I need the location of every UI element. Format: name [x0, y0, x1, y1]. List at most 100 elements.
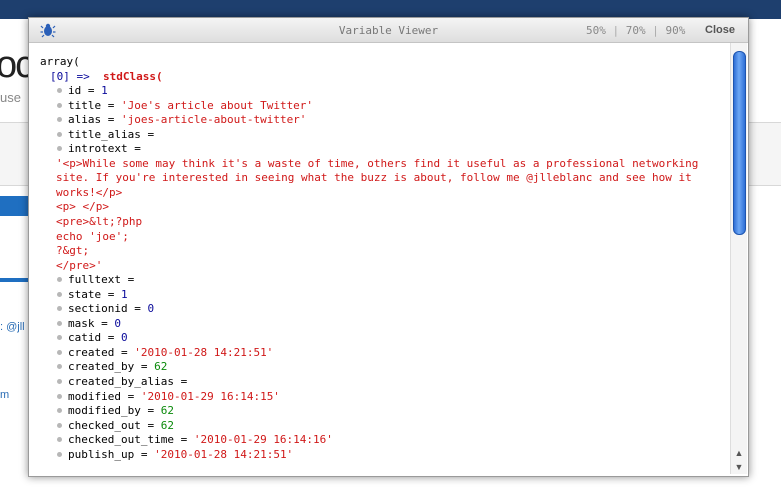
dump-root: array( — [40, 55, 80, 68]
dump-field-row: id = 1 — [40, 84, 730, 99]
dump-field-row: created = '2010-01-28 14:21:51' — [40, 346, 730, 361]
introtext-line: </pre>' — [56, 258, 103, 272]
field-key: checked_out — [68, 418, 141, 432]
introtext-line: works!</p> — [56, 185, 123, 199]
dump-field-row: fulltext = — [40, 273, 730, 288]
field-value: 'joes-article-about-twitter' — [121, 113, 307, 127]
field-value: 1 — [101, 84, 108, 98]
field-value: 62 — [160, 404, 174, 418]
dump-field-row: modified_by = 62 — [40, 404, 730, 419]
bullet-icon — [57, 102, 62, 108]
dump-index-key: [0] => — [50, 69, 90, 83]
zoom-90-button[interactable]: 90% — [666, 24, 686, 37]
dump-field-row: sectionid = 0 — [40, 302, 730, 317]
page-link[interactable]: m — [0, 389, 9, 401]
dump-field-row: mask = 0 — [40, 317, 730, 332]
dump-index-line: [0] => stdClass( — [40, 70, 730, 85]
bullet-icon — [57, 306, 62, 312]
scroll-up-arrow-icon[interactable]: ▲ — [733, 447, 745, 459]
site-tagline-fragment: use — [0, 90, 21, 105]
dump-field-row: modified = '2010-01-29 16:14:15' — [40, 390, 730, 405]
field-value: 0 — [121, 331, 128, 345]
field-value: '2010-01-28 14:21:51' — [134, 345, 274, 359]
dump-field-row: introtext = — [40, 142, 730, 157]
bullet-icon — [57, 364, 62, 370]
field-key: created — [68, 345, 115, 359]
dump-field-row: checked_out_time = '2010-01-29 16:14:16' — [40, 433, 730, 448]
modal-header: Variable Viewer 50% | 70% | 90% Close — [29, 18, 748, 43]
dump-field-row: created_by_alias = — [40, 375, 730, 390]
dump-lines: array( [0] => stdClass( id = 1 title = 'J… — [40, 55, 730, 462]
variable-dump: array( [0] => stdClass( id = 1 title = 'J… — [29, 43, 732, 476]
dump-field-row: alias = 'joes-article-about-twitter' — [40, 113, 730, 128]
field-value: '2010-01-28 14:21:51' — [154, 447, 294, 461]
field-key: fulltext — [68, 273, 121, 287]
field-key: id — [68, 84, 82, 98]
zoom-70-button[interactable]: 70% — [626, 24, 646, 37]
bullet-icon — [57, 320, 62, 326]
dump-field-row: state = 1 — [40, 288, 730, 303]
introtext-line: <p> </p> — [56, 200, 109, 214]
field-value: 'Joe's article about Twitter' — [121, 98, 314, 112]
bullet-icon — [57, 146, 62, 152]
dump-field-row: created_by = 62 — [40, 360, 730, 375]
dump-field-row: catid = 0 — [40, 331, 730, 346]
twitter-link[interactable]: : @jll — [0, 321, 25, 333]
bullet-icon — [57, 393, 62, 399]
introtext-line: <pre>&lt;?php — [56, 215, 143, 229]
field-value: 62 — [160, 418, 174, 432]
zoom-50-button[interactable]: 50% — [586, 24, 606, 37]
zoom-separator: | — [612, 24, 620, 37]
field-value: 0 — [114, 316, 121, 330]
bullet-icon — [57, 277, 62, 283]
bullet-icon — [57, 437, 62, 443]
bullet-icon — [57, 117, 62, 123]
field-key: title_alias — [68, 127, 141, 141]
field-key: catid — [68, 331, 102, 345]
field-value: '2010-01-29 16:14:16' — [193, 433, 333, 447]
field-value: 1 — [121, 287, 128, 301]
field-value: 62 — [154, 360, 168, 374]
introtext-line: ?&gt; — [56, 244, 90, 258]
field-key: created_by_alias — [68, 375, 174, 389]
field-key: modified — [68, 389, 121, 403]
introtext-line: site. If you're interested in seeing wha… — [56, 171, 692, 185]
field-key: checked_out_time — [68, 433, 174, 447]
field-key: publish_up — [68, 447, 135, 461]
sidebar-divider — [0, 278, 30, 282]
sidebar-heading-bar — [0, 196, 30, 216]
bullet-icon — [57, 451, 62, 457]
bullet-icon — [57, 422, 62, 428]
bullet-icon — [57, 349, 62, 355]
field-key: created_by — [68, 360, 135, 374]
scroll-down-arrow-icon[interactable]: ▼ — [733, 461, 745, 473]
dump-field-row: checked_out = 62 — [40, 419, 730, 434]
introtext-line: echo 'joe'; — [56, 229, 129, 243]
introtext-line: '<p>While some may think it's a waste of… — [56, 156, 699, 170]
field-value: '2010-01-29 16:14:15' — [140, 389, 280, 403]
field-value: 0 — [147, 302, 155, 316]
bullet-icon — [57, 408, 62, 414]
dump-class-name: stdClass( — [103, 69, 163, 83]
bullet-icon — [57, 291, 62, 297]
field-key: modified_by — [68, 404, 141, 418]
bullet-icon — [57, 131, 62, 137]
bullet-icon — [57, 335, 62, 341]
close-button[interactable]: Close — [705, 24, 735, 36]
dump-field-row: title_alias = — [40, 128, 730, 143]
field-key: introtext — [68, 142, 128, 156]
vertical-scrollbar[interactable]: ▲ ▼ — [730, 43, 747, 474]
variable-viewer-modal: Variable Viewer 50% | 70% | 90% Close ar… — [28, 17, 749, 477]
field-key: alias — [68, 113, 102, 127]
bullet-icon — [57, 379, 62, 385]
bullet-icon — [57, 88, 62, 94]
zoom-options: 50% | 70% | 90% — [586, 24, 685, 37]
dump-field-row: title = 'Joe's article about Twitter' — [40, 99, 730, 114]
field-key: sectionid — [68, 302, 128, 316]
zoom-separator: | — [652, 24, 659, 37]
field-key: state — [68, 287, 102, 301]
field-key: title — [68, 98, 102, 112]
scrollbar-thumb[interactable] — [733, 51, 746, 235]
field-key: mask — [68, 316, 95, 330]
dump-field-row: publish_up = '2010-01-28 14:21:51' — [40, 448, 730, 463]
